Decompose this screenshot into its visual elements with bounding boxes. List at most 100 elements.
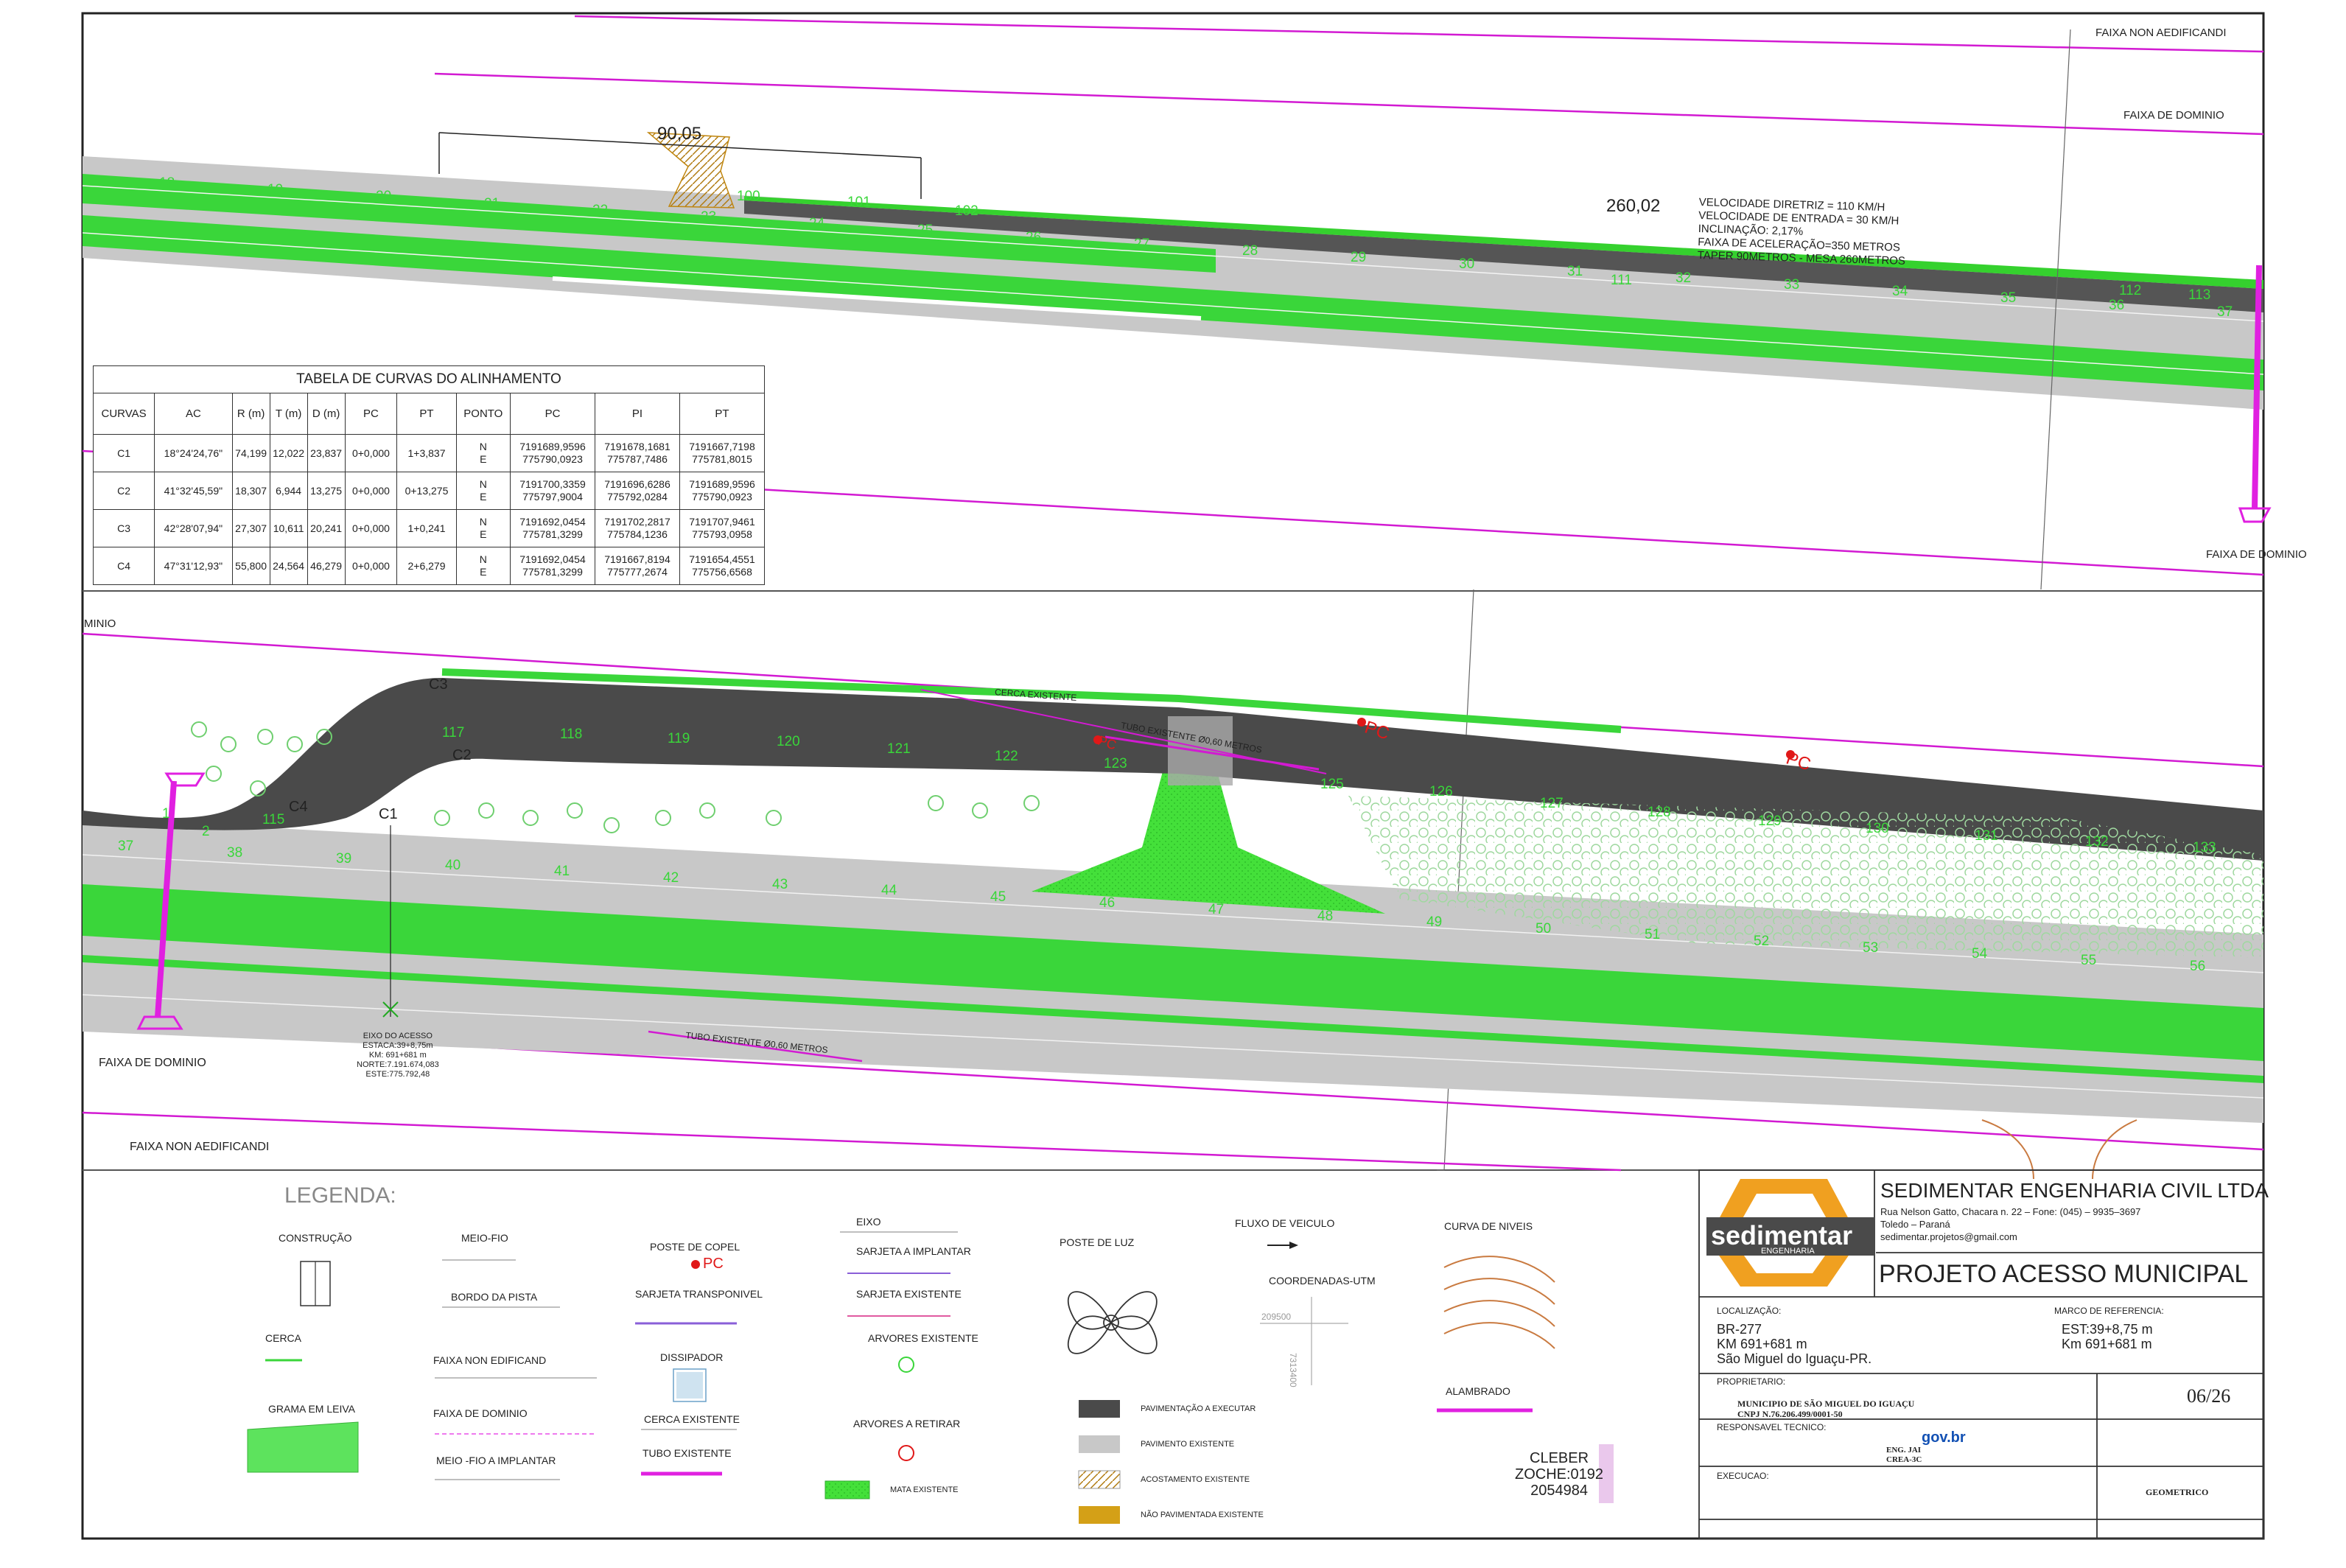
station-label: 18: [159, 175, 175, 191]
station-label: 31: [1567, 263, 1583, 279]
legend-title: LEGENDA:: [284, 1183, 396, 1208]
station-label: 27: [1134, 236, 1150, 252]
cell-d: 23,837: [307, 434, 346, 472]
bottom-faixa-dominio-label: FAIXA DE DOMINIO: [99, 1057, 206, 1069]
legend-curva-niveis: CURVA DE NIVEIS: [1444, 1220, 1533, 1232]
legend-sarjeta-transp: SARJETA TRANSPONIVEL: [635, 1288, 763, 1300]
cell-t: 6,944: [269, 472, 308, 510]
responsavel-values: ENG. JAI CREA-3C: [1886, 1446, 1922, 1464]
cell-pi-coord: 7191696,6286 775792,0284: [595, 472, 680, 510]
station-label: 55: [2081, 952, 2097, 968]
legend-tubo-existente: TUBO EXISTENTE: [642, 1447, 732, 1459]
curve-table-title: TABELA DE CURVAS DO ALINHAMENTO: [93, 365, 765, 393]
station-label: 46: [1099, 895, 1116, 911]
company-address: Rua Nelson Gatto, Chacara n. 22 – Fone: …: [1880, 1206, 2141, 1242]
curve-row-2: C2 41°32'45,59" 18,307 6,944 13,275 0+0,000 0+…: [92, 472, 765, 510]
legend-pc-symbol: PC: [703, 1256, 724, 1272]
station-label: 122: [995, 749, 1018, 764]
station-label: 53: [1863, 939, 1879, 956]
responsavel-label: RESPONSAVEL TECNICO:: [1717, 1422, 1827, 1432]
legend-cerca: CERCA: [265, 1332, 302, 1344]
station-label: 51: [1645, 927, 1661, 943]
cell-d: 46,279: [307, 547, 346, 585]
cell-pc-coord: 7191692,0454 775781,3299: [510, 509, 595, 547]
station-label: 21: [484, 195, 500, 211]
legend-sarjeta-implantar: SARJETA A IMPLANTAR: [856, 1245, 971, 1257]
cell-pt-coord: 7191654,4551 775756,6568: [679, 547, 765, 585]
legend-coord-n: 7313400: [1288, 1353, 1298, 1387]
station-label: 33: [1784, 277, 1800, 293]
curve-row-3: C3 42°28'07,94" 27,307 10,611 20,241 0+0,000 1…: [92, 509, 765, 547]
station-label: 120: [777, 734, 800, 749]
cell-d: 20,241: [307, 509, 346, 547]
station-label: 131: [1975, 828, 1998, 844]
curve-table-body: C1 18°24'24,76" 74,199 12,022 23,837 0+0,000 1…: [92, 434, 765, 585]
col-d: D (m): [307, 393, 346, 435]
cell-curva: C3: [92, 509, 155, 547]
cell-pt-coord: 7191707,9461 775793,0958: [679, 509, 765, 547]
station-label: 56: [2190, 959, 2206, 975]
station-label: 121: [887, 741, 911, 757]
col-pi-coord: PI: [595, 393, 680, 435]
station-label: 2: [202, 824, 210, 839]
curve-row-4: C4 47°31'12,93" 55,800 24,564 46,279 0+0,000 2…: [92, 547, 765, 585]
cell-pt: 2+6,279: [396, 547, 457, 585]
cell-t: 10,611: [269, 509, 308, 547]
bottom-faixa-non-line: [82, 1111, 1622, 1172]
col-curvas: CURVAS: [92, 393, 155, 435]
sheet-number: 06/26: [2187, 1385, 2231, 1407]
cell-pi-coord: 7191667,8194 775777,2674: [595, 547, 680, 585]
station-label: 113: [2188, 287, 2211, 303]
cell-ponto: NE: [455, 434, 511, 472]
station-label: 128: [1648, 805, 1671, 820]
station-label: 115: [262, 812, 285, 827]
station-label: 130: [1866, 821, 1889, 836]
curve-row-1: C1 18°24'24,76" 74,199 12,022 23,837 0+0,000 1…: [92, 434, 765, 472]
cell-pc: 0+0,000: [344, 547, 398, 585]
legend-coord-e: 209500: [1261, 1312, 1292, 1322]
station-label: 42: [663, 870, 679, 886]
cell-curva: C2: [92, 472, 155, 510]
station-label: 112: [2119, 283, 2142, 298]
cell-d: 13,275: [307, 472, 346, 510]
station-label: 24: [809, 216, 825, 232]
station-label: 39: [336, 851, 352, 867]
legend-poste-copel: POSTE DE COPEL: [650, 1241, 740, 1253]
station-label: 100: [737, 189, 760, 204]
col-ac: AC: [154, 393, 233, 435]
station-label: 123: [1104, 756, 1127, 771]
station-label: 132: [2085, 834, 2109, 850]
curve-label-c2: C2: [452, 747, 472, 763]
cell-ponto: NE: [455, 547, 511, 585]
station-label: 32: [1676, 270, 1692, 286]
cell-pi-coord: 7191702,2817 775784,1236: [595, 509, 680, 547]
design-notes: VELOCIDADE DIRETRIZ = 110 KM/H VELOCIDAD…: [1697, 196, 1907, 268]
legend-cerca-existente: CERCA EXISTENTE: [644, 1413, 740, 1425]
legend-meio-fio-implantar: MEIO -FIO A IMPLANTAR: [436, 1455, 556, 1466]
station-label: 43: [772, 876, 788, 892]
curve-table: TABELA DE CURVAS DO ALINHAMENTO CURVAS A…: [92, 365, 765, 585]
marco-values: EST:39+8,75 m Km 691+681 m: [2062, 1322, 2153, 1351]
station-label: 117: [442, 725, 465, 741]
col-ponto: PONTO: [455, 393, 511, 435]
col-pt-coord: PT: [679, 393, 765, 435]
col-pc-coord: PC: [510, 393, 595, 435]
station-label: 118: [560, 727, 583, 742]
cell-pt: 1+0,241: [396, 509, 457, 547]
top-faixa-dominio-line: [434, 72, 2264, 136]
station-label: 25: [917, 223, 934, 239]
axis-note: EIXO DO ACESSO ESTACA:39+8,75m KM: 691+6…: [357, 1032, 439, 1079]
legend-acostamento: ACOSTAMENTO EXISTENTE: [1141, 1475, 1250, 1484]
cell-ac: 42°28'07,94": [154, 509, 233, 547]
station-label: 126: [1429, 784, 1453, 799]
geometrico-label: GEOMETRICO: [2146, 1487, 2209, 1497]
cell-ponto: NE: [455, 472, 511, 510]
dimension-260: 260,02: [1606, 196, 1661, 216]
col-pc: PC: [344, 393, 398, 435]
station-label: 50: [1536, 920, 1552, 937]
station-label: 111: [1611, 273, 1632, 288]
station-label: 133: [2193, 840, 2216, 855]
cell-pc-coord: 7191692,0454 775781,3299: [510, 547, 595, 585]
cell-t: 12,022: [269, 434, 308, 472]
project-title: PROJETO ACESSO MUNICIPAL: [1879, 1260, 2249, 1288]
